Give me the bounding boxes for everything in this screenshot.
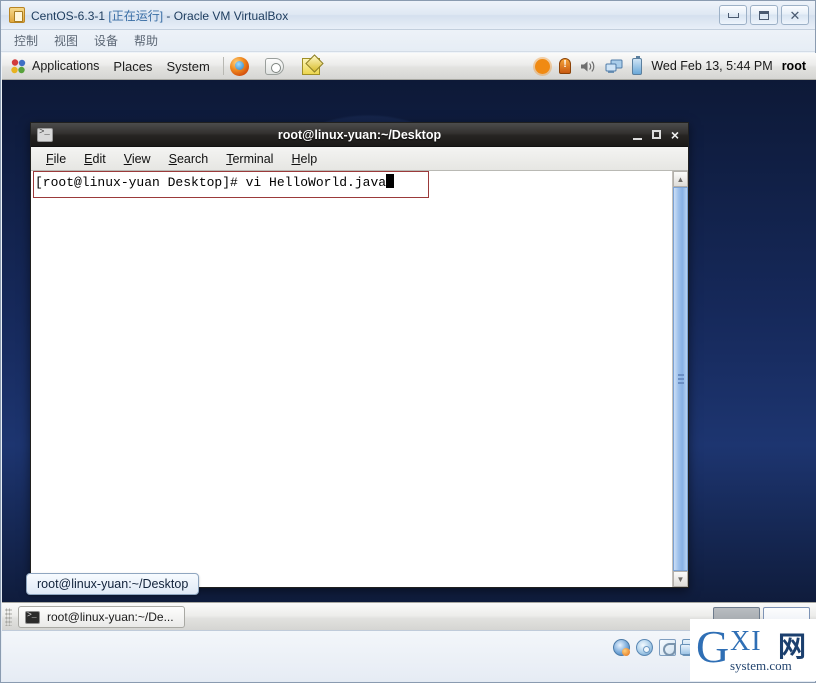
- menu-devices[interactable]: 设备: [94, 32, 118, 49]
- mnemonic-v: V: [124, 152, 132, 166]
- taskbar-tooltip: root@linux-yuan:~/Desktop: [26, 573, 199, 595]
- terminal-close-button[interactable]: ×: [671, 128, 679, 142]
- screenshot-root: CentOS-6.3-1 [正在运行] - Oracle VM VirtualB…: [0, 0, 816, 683]
- gnome-panel-left: Applications Places System: [2, 56, 320, 77]
- maximize-icon: [759, 11, 769, 20]
- gnome-panel-right: Wed Feb 13, 5:44 PM root: [535, 58, 816, 75]
- terminal-scrollbar[interactable]: ▲ ▼: [672, 171, 688, 587]
- virtualbox-vm-icon: [9, 7, 25, 23]
- notes-icon[interactable]: [302, 58, 320, 75]
- menu-view[interactable]: 视图: [54, 32, 78, 49]
- terminal-prompt-line: [root@linux-yuan Desktop]# vi HelloWorld…: [35, 175, 386, 191]
- virtualbox-titlebar: CentOS-6.3-1 [正在运行] - Oracle VM VirtualB…: [1, 1, 815, 30]
- firefox-icon[interactable]: [230, 57, 249, 76]
- watermark-xi: XI: [730, 626, 762, 658]
- label-terminal: erminal: [232, 152, 273, 166]
- usb-icon[interactable]: [659, 639, 676, 656]
- places-menu[interactable]: Places: [106, 57, 159, 76]
- taskbar-window-label: root@linux-yuan:~/De...: [47, 610, 174, 624]
- label-search: earch: [177, 152, 208, 166]
- network-monitor-icon[interactable]: [605, 59, 623, 74]
- volume-icon[interactable]: [580, 59, 596, 74]
- mnemonic-e: E: [84, 152, 92, 166]
- terminal-body[interactable]: [root@linux-yuan Desktop]# vi HelloWorld…: [31, 171, 688, 587]
- menu-help[interactable]: 帮助: [134, 32, 158, 49]
- applications-icon: [10, 58, 27, 75]
- scroll-down-button[interactable]: ▼: [673, 571, 688, 587]
- maximize-button[interactable]: [750, 5, 778, 25]
- terminal-menubar: File Edit View Search Terminal Help: [31, 147, 688, 171]
- clock[interactable]: Wed Feb 13, 5:44 PM: [651, 59, 772, 73]
- terminal-menu-view[interactable]: View: [115, 149, 160, 169]
- optical-disk-icon[interactable]: [636, 639, 653, 656]
- system-menu[interactable]: System: [159, 57, 216, 76]
- panel-separator: [223, 57, 224, 75]
- gnome-top-panel: Applications Places System: [2, 53, 816, 80]
- terminal-menu-file[interactable]: File: [37, 149, 75, 169]
- terminal-menu-help[interactable]: Help: [282, 149, 326, 169]
- terminal-window[interactable]: root@linux-yuan:~/Desktop × File Edit Vi…: [30, 122, 689, 588]
- virtualbox-statusbar: G XI 网 system.com: [2, 630, 816, 681]
- vm-state: [正在运行]: [108, 9, 163, 23]
- watermark-g: G: [696, 624, 729, 670]
- label-file: ile: [54, 152, 67, 166]
- label-help: elp: [301, 152, 318, 166]
- user-menu[interactable]: root: [782, 59, 806, 73]
- close-button[interactable]: ✕: [781, 5, 809, 25]
- terminal-minimize-button[interactable]: [633, 138, 642, 140]
- scrollbar-grip-icon: [678, 374, 684, 384]
- battery-icon[interactable]: [632, 58, 642, 75]
- minimize-button[interactable]: [719, 5, 747, 25]
- label-edit: dit: [93, 152, 106, 166]
- terminal-window-title: root@linux-yuan:~/Desktop: [31, 128, 688, 142]
- virtualbox-menubar: 控制 视图 设备 帮助: [1, 30, 815, 52]
- terminal-maximize-button[interactable]: [652, 130, 661, 139]
- menu-control[interactable]: 控制: [14, 32, 38, 49]
- virtualbox-window: CentOS-6.3-1 [正在运行] - Oracle VM VirtualB…: [0, 0, 816, 683]
- scroll-up-button[interactable]: ▲: [673, 171, 688, 187]
- terminal-output[interactable]: [root@linux-yuan Desktop]# vi HelloWorld…: [31, 171, 672, 587]
- label-view: iew: [132, 152, 151, 166]
- virtualbox-window-controls: ✕: [719, 5, 809, 25]
- scrollbar-track[interactable]: [673, 187, 688, 571]
- app-name: - Oracle VM VirtualBox: [163, 9, 288, 23]
- guest-screen: Applications Places System: [2, 53, 816, 631]
- mnemonic-f: F: [46, 152, 54, 166]
- applications-label: Applications: [32, 59, 99, 73]
- updates-icon[interactable]: [535, 59, 550, 74]
- taskbar-window-button[interactable]: root@linux-yuan:~/De...: [18, 606, 185, 628]
- vm-name: CentOS-6.3-1: [31, 9, 108, 23]
- evolution-icon[interactable]: [265, 58, 284, 75]
- watermark: G XI 网 system.com: [690, 619, 816, 681]
- minimize-icon: [728, 13, 739, 18]
- terminal-window-controls: ×: [633, 128, 688, 142]
- terminal-cursor: [386, 174, 394, 188]
- scrollbar-thumb[interactable]: [673, 187, 688, 571]
- terminal-menu-edit[interactable]: Edit: [75, 149, 115, 169]
- terminal-icon: [25, 611, 40, 624]
- watermark-inner: G XI 网 system.com: [694, 622, 812, 678]
- terminal-menu-search[interactable]: Search: [160, 149, 218, 169]
- mnemonic-h: H: [291, 152, 300, 166]
- alert-icon[interactable]: [559, 58, 571, 74]
- hard-disk-icon[interactable]: [613, 639, 630, 656]
- virtualbox-window-title: CentOS-6.3-1 [正在运行] - Oracle VM VirtualB…: [31, 7, 288, 24]
- terminal-menu-terminal[interactable]: Terminal: [217, 149, 282, 169]
- panel-grip-icon[interactable]: [5, 608, 12, 626]
- mnemonic-s: S: [169, 152, 177, 166]
- watermark-site: system.com: [730, 658, 792, 674]
- close-icon: ✕: [790, 9, 801, 22]
- terminal-titlebar: root@linux-yuan:~/Desktop ×: [31, 123, 688, 147]
- terminal-icon: [37, 128, 53, 142]
- applications-menu[interactable]: Applications: [8, 56, 106, 77]
